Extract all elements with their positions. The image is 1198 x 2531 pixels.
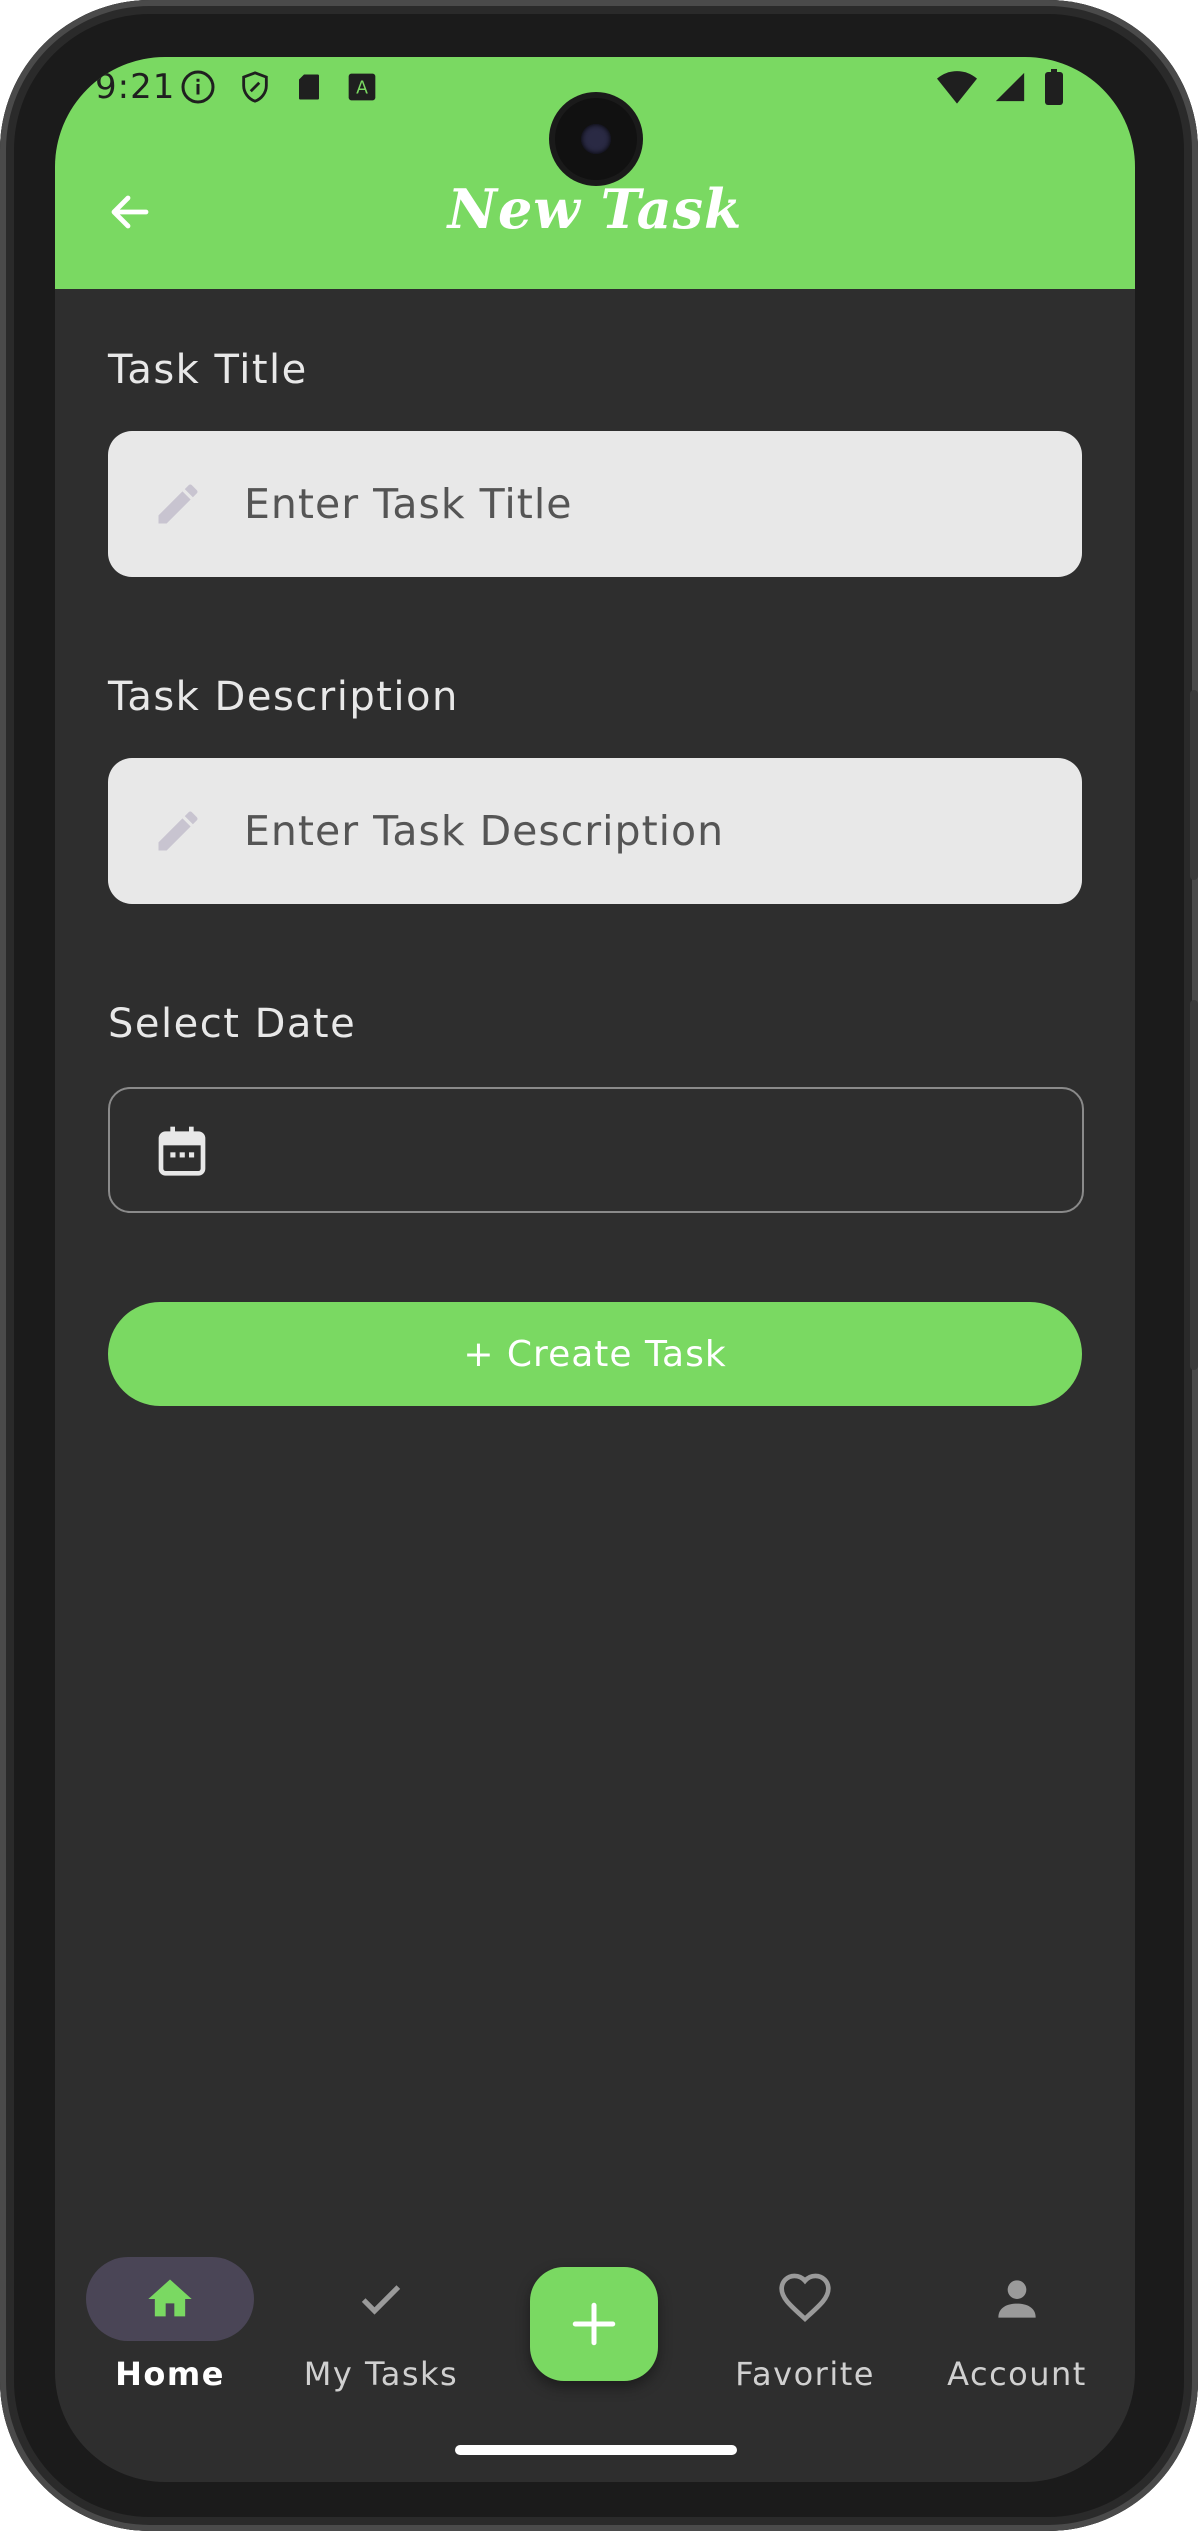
nav-my-tasks-label: My Tasks xyxy=(303,2355,459,2393)
nav-favorite-pill xyxy=(721,2257,889,2341)
volume-button xyxy=(1190,690,1198,880)
task-title-placeholder: Enter Task Title xyxy=(244,480,573,528)
plus-icon xyxy=(572,2302,616,2346)
page-title: New Task xyxy=(447,177,743,241)
phone-frame: 9:21 A New Task Task Title Enter Task Ti… xyxy=(0,0,1198,2531)
sd-card-icon xyxy=(299,74,319,100)
heart-icon xyxy=(779,2273,831,2323)
task-description-field[interactable]: Enter Task Description xyxy=(108,758,1082,904)
pencil-icon-wrap xyxy=(138,805,218,857)
nav-favorite-label: Favorite xyxy=(735,2355,875,2393)
app-bar: 9:21 A New Task xyxy=(55,57,1135,289)
nav-home-pill xyxy=(86,2257,254,2341)
status-icons-left: A xyxy=(180,69,378,105)
task-title-field[interactable]: Enter Task Title xyxy=(108,431,1082,577)
nav-home[interactable]: Home xyxy=(70,2257,270,2393)
nav-account-pill xyxy=(933,2257,1101,2341)
nav-favorite[interactable]: Favorite xyxy=(705,2257,905,2393)
nav-my-tasks-pill xyxy=(297,2257,465,2341)
svg-text:A: A xyxy=(356,79,368,99)
signal-icon xyxy=(995,72,1025,102)
keyboard-a-icon: A xyxy=(348,73,376,101)
add-task-fab[interactable] xyxy=(530,2267,658,2381)
task-description-label: Task Description xyxy=(108,674,459,720)
pencil-icon-wrap xyxy=(138,478,218,530)
task-title-label: Task Title xyxy=(108,347,308,393)
nav-home-label: Home xyxy=(115,2355,225,2393)
battery-icon xyxy=(1045,69,1063,105)
check-icon xyxy=(361,2285,401,2315)
status-icons-right xyxy=(937,69,1065,105)
screen: 9:21 A New Task Task Title Enter Task Ti… xyxy=(55,57,1135,2482)
select-date-label: Select Date xyxy=(108,1001,357,1047)
shield-icon xyxy=(242,71,268,103)
nav-account[interactable]: Account xyxy=(917,2257,1117,2393)
wifi-icon xyxy=(937,71,977,104)
pencil-icon xyxy=(158,484,198,524)
calendar-icon xyxy=(158,1126,206,1176)
info-icon xyxy=(181,70,215,104)
home-icon xyxy=(148,2279,192,2317)
power-button xyxy=(1190,1000,1198,1370)
front-camera xyxy=(555,98,637,180)
pencil-icon xyxy=(158,811,198,851)
task-description-placeholder: Enter Task Description xyxy=(244,807,725,855)
home-indicator[interactable] xyxy=(455,2445,737,2455)
nav-account-label: Account xyxy=(947,2355,1087,2393)
create-task-button[interactable]: + Create Task xyxy=(108,1302,1082,1406)
nav-my-tasks[interactable]: My Tasks xyxy=(281,2257,481,2393)
date-picker-field[interactable] xyxy=(108,1087,1084,1213)
status-time: 9:21 xyxy=(95,67,176,107)
person-icon xyxy=(998,2280,1036,2318)
